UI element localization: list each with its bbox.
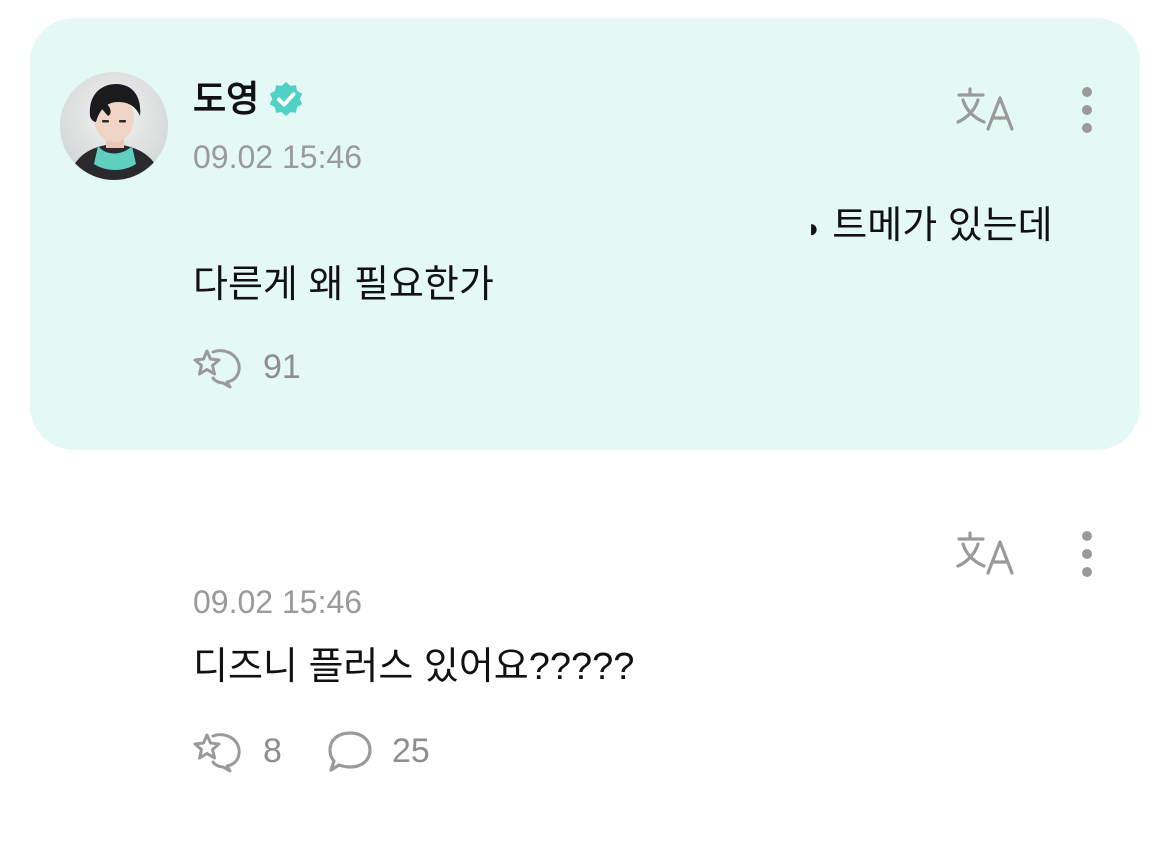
- translate-icon[interactable]: [956, 86, 1018, 132]
- reply-timestamp: 09.02 15:46: [193, 584, 363, 620]
- post-message-line2: 다른게 왜 필요한가: [193, 264, 494, 306]
- avatar-image: [60, 72, 168, 180]
- author-name[interactable]: 도영: [193, 76, 259, 122]
- reply-reaction-button[interactable]: 8: [193, 729, 282, 773]
- reply-comment-button[interactable]: 25: [326, 729, 430, 773]
- more-vertical-icon[interactable]: [1077, 84, 1097, 136]
- comment-bubble-icon: [328, 731, 372, 772]
- post-reaction-button[interactable]: 91: [193, 345, 301, 389]
- more-vertical-icon[interactable]: [1077, 528, 1097, 580]
- verified-badge-icon: [270, 81, 303, 117]
- post-message-line1: ◗ 트메가 있는데: [806, 202, 1053, 252]
- reaction-star-icon: [193, 349, 241, 389]
- reply-reaction-count: 8: [263, 732, 282, 770]
- post-timestamp: 09.02 15:46: [193, 139, 363, 175]
- avatar[interactable]: [60, 72, 168, 180]
- reaction-star-icon: [193, 733, 241, 773]
- reply-comment-count: 25: [392, 732, 430, 770]
- reply-message: 디즈니 플러스 있어요?????: [193, 646, 635, 688]
- message-line1-text: 트메가 있는데: [832, 205, 1053, 247]
- post-reaction-count: 91: [263, 348, 301, 386]
- translate-icon[interactable]: [956, 530, 1018, 576]
- message-partial-glyph: ◗: [806, 212, 822, 243]
- author-row: 도영: [193, 76, 305, 122]
